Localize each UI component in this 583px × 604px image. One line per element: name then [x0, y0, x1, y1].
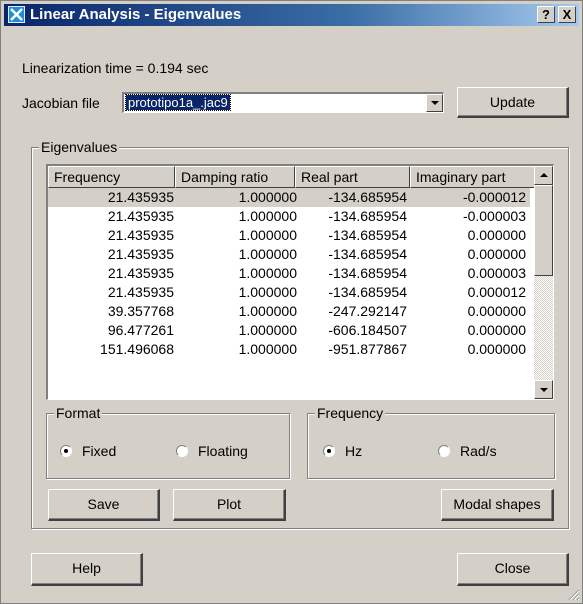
table-row[interactable]: 21.435935 1.000000 -134.685954 0.000000: [48, 226, 530, 245]
arrow-down-icon: [540, 388, 548, 392]
floating-radio[interactable]: [176, 445, 188, 457]
cell-damping-ratio: 1.000000: [238, 284, 297, 300]
cell-damping-ratio: 1.000000: [238, 341, 297, 357]
help-title-button[interactable]: ?: [537, 6, 555, 23]
cell-damping-ratio: 1.000000: [238, 189, 297, 205]
cell-real-part: -134.685954: [328, 265, 407, 281]
cell-real-part: -134.685954: [328, 227, 407, 243]
eigenvalues-group-title: Eigenvalues: [39, 139, 120, 155]
cell-real-part: -951.877867: [328, 341, 407, 357]
cell-real-part: -134.685954: [328, 246, 407, 262]
table-row[interactable]: 21.435935 1.000000 -134.685954 0.000012: [48, 283, 530, 302]
column-header-frequency[interactable]: Frequency: [48, 166, 175, 188]
rad-s-radio[interactable]: [438, 445, 450, 457]
eigenvalues-dialog: Linear Analysis - Eigenvalues ? X Linear…: [0, 0, 583, 604]
app-x-icon: [8, 6, 25, 23]
jacobian-file-label: Jacobian file: [22, 95, 100, 111]
radio-dot-icon: [327, 449, 331, 453]
arrow-up-icon: [540, 173, 548, 177]
resize-grip-icon[interactable]: [568, 589, 580, 601]
column-header-real-part[interactable]: Real part: [295, 166, 410, 188]
cell-frequency: 151.496068: [100, 341, 174, 357]
cell-frequency: 21.435935: [107, 208, 174, 224]
table-row[interactable]: 21.435935 1.000000 -134.685954 -0.000012: [48, 188, 530, 207]
cell-frequency: 39.357768: [107, 303, 174, 319]
table-row[interactable]: 21.435935 1.000000 -134.685954 0.000003: [48, 264, 530, 283]
cell-damping-ratio: 1.000000: [238, 303, 297, 319]
window-title: Linear Analysis - Eigenvalues: [30, 6, 242, 23]
cell-frequency: 21.435935: [107, 284, 174, 300]
chevron-down-icon: [431, 101, 439, 105]
cell-imaginary-part: 0.000000: [467, 341, 526, 357]
hz-radio[interactable]: [323, 445, 335, 457]
cell-imaginary-part: 0.000003: [467, 265, 526, 281]
cell-imaginary-part: 0.000000: [467, 303, 526, 319]
plot-button[interactable]: Plot: [173, 489, 286, 521]
radio-dot-icon: [64, 449, 68, 453]
title-bar[interactable]: Linear Analysis - Eigenvalues ? X: [4, 4, 579, 26]
scroll-track[interactable]: [534, 276, 553, 380]
cell-damping-ratio: 1.000000: [238, 208, 297, 224]
jacobian-file-value: prototipo1a_.jac9: [125, 94, 231, 111]
table-row[interactable]: 21.435935 1.000000 -134.685954 -0.000003: [48, 207, 530, 226]
format-group-title: Format: [54, 405, 103, 421]
dropdown-arrow-button[interactable]: [426, 94, 443, 112]
hz-radio-label[interactable]: Hz: [345, 443, 362, 459]
cell-frequency: 21.435935: [107, 189, 174, 205]
floating-radio-label[interactable]: Floating: [198, 443, 248, 459]
cell-real-part: -134.685954: [328, 208, 407, 224]
table-row[interactable]: 21.435935 1.000000 -134.685954 0.000000: [48, 245, 530, 264]
cell-real-part: -134.685954: [328, 284, 407, 300]
help-button[interactable]: Help: [31, 553, 143, 586]
jacobian-file-select[interactable]: prototipo1a_.jac9: [122, 92, 444, 113]
scroll-up-button[interactable]: [534, 166, 553, 185]
fixed-radio-label[interactable]: Fixed: [82, 443, 116, 459]
cell-imaginary-part: 0.000000: [467, 322, 526, 338]
table-row[interactable]: 39.357768 1.000000 -247.292147 0.000000: [48, 302, 530, 321]
cell-frequency: 96.477261: [107, 322, 174, 338]
cell-real-part: -134.685954: [328, 189, 407, 205]
vertical-scrollbar[interactable]: [534, 166, 553, 399]
cell-imaginary-part: -0.000003: [462, 208, 526, 224]
close-title-button[interactable]: X: [558, 6, 576, 23]
table-row[interactable]: 151.496068 1.000000 -951.877867 0.000000: [48, 340, 530, 359]
fixed-radio[interactable]: [60, 445, 72, 457]
cell-frequency: 21.435935: [107, 246, 174, 262]
save-button[interactable]: Save: [48, 489, 160, 521]
rad-s-radio-label[interactable]: Rad/s: [460, 443, 497, 459]
frequency-group-title: Frequency: [315, 405, 386, 421]
update-button[interactable]: Update: [457, 87, 569, 118]
cell-real-part: -606.184507: [328, 322, 407, 338]
cell-imaginary-part: -0.000012: [462, 189, 526, 205]
cell-damping-ratio: 1.000000: [238, 246, 297, 262]
cell-imaginary-part: 0.000000: [467, 246, 526, 262]
cell-damping-ratio: 1.000000: [238, 227, 297, 243]
modal-shapes-button[interactable]: Modal shapes: [441, 489, 554, 521]
close-button[interactable]: Close: [457, 553, 569, 586]
cell-imaginary-part: 0.000000: [467, 227, 526, 243]
column-header-damping-ratio[interactable]: Damping ratio: [175, 166, 295, 188]
cell-imaginary-part: 0.000012: [467, 284, 526, 300]
cell-real-part: -247.292147: [328, 303, 407, 319]
cell-frequency: 21.435935: [107, 227, 174, 243]
column-header-imaginary-part[interactable]: Imaginary part: [410, 166, 535, 188]
scroll-down-button[interactable]: [534, 380, 553, 399]
eigenvalues-table[interactable]: Frequency Damping ratio Real part Imagin…: [46, 164, 554, 400]
table-row[interactable]: 96.477261 1.000000 -606.184507 0.000000: [48, 321, 530, 340]
cell-damping-ratio: 1.000000: [238, 265, 297, 281]
linearization-time-text: Linearization time = 0.194 sec: [22, 60, 209, 76]
cell-frequency: 21.435935: [107, 265, 174, 281]
scroll-thumb[interactable]: [534, 185, 553, 276]
cell-damping-ratio: 1.000000: [238, 322, 297, 338]
